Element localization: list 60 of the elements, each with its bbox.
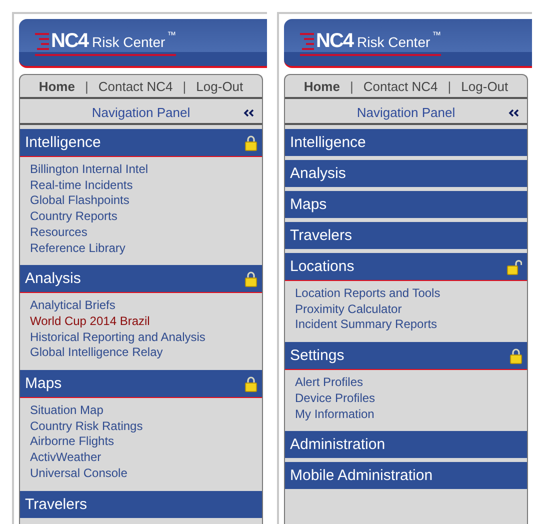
menu-link[interactable]: Historical Reporting and Analysis [30, 330, 206, 346]
lock-icon[interactable] [245, 376, 257, 392]
section-header[interactable]: Mobile Administration [285, 462, 527, 490]
logo-mark: NC4 [316, 30, 354, 52]
top-link[interactable]: Contact NC4 [363, 78, 438, 94]
menu-link[interactable]: Analytical Briefs [30, 298, 116, 314]
section-header[interactable]: Analysis [285, 160, 527, 187]
collapse-icon[interactable] [508, 109, 519, 117]
menu-link[interactable]: Airborne Flights [30, 434, 114, 450]
menu-link[interactable]: My Information [295, 406, 374, 422]
menu-link[interactable]: ActivWeather [30, 450, 102, 466]
section-header[interactable]: Settings [285, 342, 527, 370]
menu-link[interactable]: Device Profiles [295, 390, 376, 407]
section-header[interactable]: Travelers [285, 222, 527, 249]
top-link[interactable]: Contact NC4 [98, 78, 173, 94]
top-link[interactable]: Log-Out [196, 78, 244, 94]
panel-title: Navigation Panel [92, 104, 190, 120]
menu-link[interactable]: Incident Summary Reports [295, 317, 438, 334]
speed-lines-icon [35, 32, 51, 50]
section-header[interactable]: Locations [285, 253, 527, 281]
lock-icon[interactable] [510, 348, 522, 364]
menu-link[interactable]: Alert Profiles [295, 375, 364, 391]
trademark: ™ [432, 30, 442, 40]
menu-link[interactable]: Proximity Calculator [295, 302, 402, 318]
lock-icon[interactable] [245, 134, 257, 150]
menu-link[interactable]: World Cup 2014 Brazil [30, 314, 150, 330]
top-link[interactable]: Home [38, 78, 75, 94]
top-link[interactable]: Home [304, 78, 340, 94]
speed-lines-icon [300, 32, 316, 50]
menu-link[interactable]: Country Reports [30, 209, 118, 225]
lock-icon[interactable] [245, 270, 257, 287]
separator: | [448, 78, 452, 94]
menu-link[interactable]: Global Intelligence Relay [30, 345, 163, 362]
menu-link[interactable]: Billington Internal Intel [30, 162, 148, 178]
panel-title: Navigation Panel [356, 104, 456, 120]
unlocked-icon[interactable] [507, 258, 522, 274]
logo-name: Risk Center [357, 34, 430, 50]
menu-link[interactable]: Reference Library [30, 240, 126, 256]
section-header[interactable]: Administration [285, 431, 527, 458]
menu-link[interactable]: Global Flashpoints [30, 193, 130, 210]
collapse-icon[interactable] [243, 109, 254, 117]
menu-link[interactable]: Location Reports and Tools [295, 286, 440, 302]
section-header[interactable]: Intelligence [285, 129, 527, 156]
section-header[interactable]: Intelligence [20, 129, 262, 157]
separator: | [84, 78, 88, 94]
logo-name: Risk Center [92, 34, 166, 50]
menu-link[interactable]: Universal Console [30, 466, 128, 482]
menu-link[interactable]: Resources [30, 224, 88, 241]
separator: | [350, 78, 354, 94]
separator: | [182, 78, 186, 94]
section-header[interactable]: Maps [285, 191, 527, 218]
section-header[interactable]: Analysis [20, 265, 262, 294]
menu-link[interactable]: Country Risk Ratings [30, 418, 143, 434]
section-header[interactable]: Maps [20, 370, 262, 398]
logo-mark: NC4 [51, 30, 88, 52]
menu-link[interactable]: Situation Map [30, 403, 104, 419]
trademark: ™ [167, 30, 176, 40]
section-header[interactable]: Travelers [20, 490, 262, 518]
top-link[interactable]: Log-Out [461, 78, 508, 94]
menu-link[interactable]: Real-time Incidents [30, 178, 133, 194]
